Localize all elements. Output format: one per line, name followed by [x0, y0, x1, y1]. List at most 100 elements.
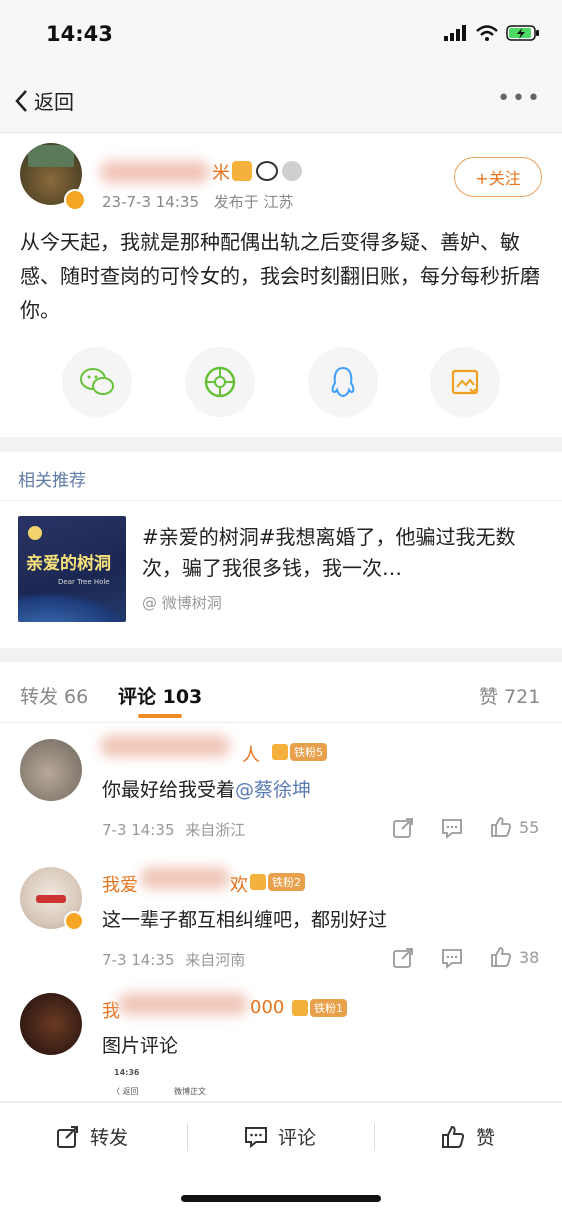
home-indicator — [181, 1195, 381, 1202]
fan-badge-label: 铁粉2 — [268, 873, 305, 891]
fan-badge-icon — [250, 874, 266, 890]
comment-time: 7-3 14:35 — [102, 951, 175, 969]
comment-name-tail[interactable]: 000 — [250, 997, 284, 1018]
thumb-subtitle: Dear Tree Hole — [58, 578, 110, 586]
comment-reply-button[interactable] — [441, 817, 463, 839]
fan-badge: 铁粉2 — [250, 873, 305, 891]
share-row — [0, 347, 562, 423]
post-meta: 23-7-3 14:35 发布于 江苏 — [102, 191, 294, 212]
comment-name-blur — [140, 867, 230, 889]
comment-like-count: 55 — [519, 817, 540, 837]
tab-like[interactable]: 赞 721 — [479, 682, 540, 709]
bottom-separator — [374, 1123, 375, 1151]
comment-text: 你最好给我受着@蔡徐坤 — [102, 775, 311, 802]
thumbs-up-icon — [442, 1125, 465, 1148]
bottom-comment-label: 评论 — [278, 1127, 317, 1149]
panda-icon — [256, 161, 278, 181]
comment-like-button[interactable]: 55 — [489, 815, 539, 839]
bottom-like-button[interactable]: 赞 — [440, 1123, 495, 1150]
comment-location: 来自河南 — [185, 951, 246, 969]
comment-item: 我爱 欢 铁粉2 这一辈子都互相纠缠吧，都别好过 7-3 14:35 来自河南 … — [0, 853, 562, 983]
related-source: @ 微博树洞 — [142, 594, 222, 612]
related-section: 相关推荐 亲爱的树洞 Dear Tree Hole #亲爱的树洞#我想离婚了，他… — [0, 452, 562, 648]
wechat-icon — [80, 368, 114, 395]
share-moments-button[interactable] — [185, 347, 255, 417]
comment-icon — [442, 819, 462, 839]
qq-icon — [331, 366, 355, 398]
related-divider — [0, 500, 562, 501]
tab-repost[interactable]: 转发 66 — [20, 682, 88, 709]
engagement-tabs: 转发 66 评论 103 赞 721 — [0, 662, 562, 723]
fan-badge-icon — [292, 1000, 308, 1016]
battery-charging-icon — [506, 25, 539, 41]
comment-like-count: 38 — [519, 947, 540, 967]
bottom-repost-label: 转发 — [90, 1127, 129, 1149]
related-thumbnail[interactable]: 亲爱的树洞 Dear Tree Hole — [18, 516, 126, 622]
comment-item: 人 铁粉5 你最好给我受着@蔡徐坤 7-3 14:35 来自浙江 55 — [0, 723, 562, 853]
verified-badge — [64, 189, 86, 211]
share-icon — [393, 818, 413, 838]
comment-avatar[interactable] — [20, 739, 82, 801]
status-time: 14:43 — [46, 22, 113, 46]
share-wechat-button[interactable] — [62, 347, 132, 417]
comment-icon — [442, 949, 462, 969]
preview-time: 14:36 — [114, 1068, 140, 1077]
fan-badge-label: 铁粉5 — [290, 743, 327, 761]
image-comment-preview[interactable]: 14:36 〈 返回 微博正文 — [98, 1066, 278, 1100]
comment-share-button[interactable] — [392, 947, 414, 969]
comment-text: 图片评论 — [102, 1035, 179, 1057]
post-card: 米 23-7-3 14:35 发布于 江苏 +关注 从今天起，我就是那种配偶出轨… — [0, 133, 562, 437]
status-bar: 14:43 — [0, 0, 562, 72]
bottom-like-label: 赞 — [476, 1127, 496, 1149]
member-badges — [232, 161, 302, 181]
comment-name-tail[interactable]: 人 — [242, 741, 260, 767]
save-image-icon — [451, 369, 479, 395]
more-button[interactable]: ••• — [497, 86, 542, 111]
preview-back: 〈 返回 — [112, 1087, 139, 1096]
back-button[interactable]: 返回 — [14, 86, 74, 115]
follow-button[interactable]: +关注 — [454, 157, 542, 197]
comment-text: 这一辈子都互相纠缠吧，都别好过 — [102, 909, 388, 931]
related-text[interactable]: #亲爱的树洞#我想离婚了，他骗过我无数次，骗了我很多钱，我一次… — [142, 522, 546, 584]
share-icon — [393, 948, 413, 968]
comment-like-button[interactable]: 38 — [489, 945, 539, 969]
post-location: 发布于 江苏 — [213, 193, 294, 211]
comment-icon — [245, 1126, 267, 1148]
comments-list: 人 铁粉5 你最好给我受着@蔡徐坤 7-3 14:35 来自浙江 55 我爱 欢… — [0, 723, 562, 1101]
mention-link[interactable]: @蔡徐坤 — [235, 779, 311, 801]
signal-icon — [444, 25, 466, 41]
username-tail[interactable]: 米 — [212, 159, 230, 185]
comment-reply-button[interactable] — [441, 947, 463, 969]
related-heading: 相关推荐 — [18, 471, 86, 491]
comment-avatar[interactable] — [20, 993, 82, 1055]
comment-time: 7-3 14:35 — [102, 821, 175, 839]
nav-bar: 返回 ••• — [0, 72, 562, 133]
tab-active-indicator — [138, 714, 182, 718]
comment-name-head[interactable]: 我爱 — [102, 871, 138, 897]
comment-name-blur — [118, 993, 248, 1015]
post-timestamp: 23-7-3 14:35 — [102, 193, 199, 211]
crown-icon — [232, 161, 252, 181]
wifi-icon — [476, 25, 498, 41]
tab-comment[interactable]: 评论 103 — [118, 682, 202, 709]
bottom-comment-button[interactable]: 评论 — [244, 1123, 316, 1150]
thumbs-up-icon — [491, 947, 512, 967]
comment-meta: 7-3 14:35 来自浙江 — [102, 819, 245, 840]
post-body: 从今天起，我就是那种配偶出轨之后变得多疑、善妒、敏感、随时查岗的可怜女的，我会时… — [20, 230, 540, 322]
medal-icon — [282, 161, 302, 181]
comment-item: 我 000 铁粉1 图片评论 — [0, 983, 562, 1101]
back-label: 返回 — [34, 90, 74, 114]
comment-location: 来自浙江 — [185, 821, 246, 839]
share-qq-button[interactable] — [308, 347, 378, 417]
comment-share-button[interactable] — [392, 817, 414, 839]
comment-name-blur — [100, 735, 230, 757]
bottom-separator — [187, 1123, 188, 1151]
preview-title: 微博正文 — [174, 1087, 206, 1096]
save-image-button[interactable] — [430, 347, 500, 417]
thumb-title: 亲爱的树洞 — [26, 554, 111, 574]
bottom-repost-button[interactable]: 转发 — [56, 1123, 128, 1150]
verified-badge — [64, 911, 84, 931]
comment-meta: 7-3 14:35 来自河南 — [102, 949, 245, 970]
comment-name-tail[interactable]: 欢 — [230, 871, 248, 897]
chevron-left-icon — [15, 89, 27, 112]
